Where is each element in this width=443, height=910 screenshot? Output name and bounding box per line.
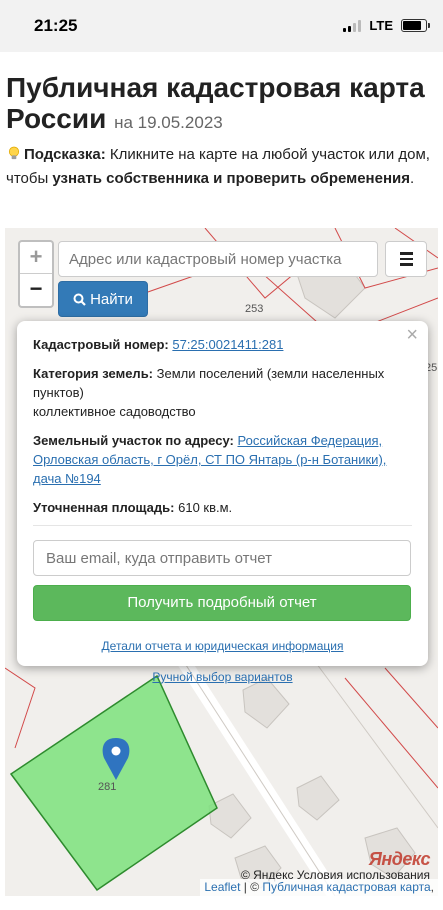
get-report-button[interactable]: Получить подробный отчет [33,585,411,621]
find-button-label: Найти [90,290,133,308]
land-use-value: коллективное садоводство [33,404,196,419]
hint-label: Подсказка: [24,146,106,163]
search-icon [73,293,86,306]
network-type: LTE [369,18,393,33]
status-time: 21:25 [34,16,78,35]
close-icon[interactable]: × [406,325,418,345]
address-search-input[interactable] [58,241,378,277]
attribution-sep: | © [240,880,263,894]
land-category-label: Категория земель: [33,366,154,381]
report-details-link[interactable]: Детали отчета и юридическая информация [102,639,344,653]
cadastral-number-row: Кадастровый номер: 57:25:0021411:281 [33,335,412,354]
page-title: Публичная кадастровая карта России на 19… [6,72,436,138]
status-icons: LTE [343,18,430,33]
menu-icon-line [399,252,413,255]
address-row: Земельный участок по адресу: Российская … [33,431,412,488]
hint-end: . [410,170,415,187]
address-label: Земельный участок по адресу: [33,433,234,448]
map-attribution: Leaflet | © Публичная кадастровая карта, [200,879,438,896]
menu-icon-line [399,257,413,261]
status-bar: 21:25 LTE [0,0,443,52]
divider [33,525,412,526]
pkk-link[interactable]: Публичная кадастровая карта [262,880,430,894]
menu-button[interactable] [385,241,427,277]
zoom-control: + − [18,240,54,308]
plot-label-281: 281 [98,781,116,793]
parcel-boundary [5,667,36,749]
manual-selection-link[interactable]: Ручной выбор вариантов [152,670,292,684]
plot-info-popup: × Кадастровый номер: 57:25:0021411:281 К… [17,321,428,684]
battery-icon [401,19,430,32]
area-row: Уточненная площадь: 610 кв.м. [33,498,412,517]
area-value: 610 кв.м. [178,500,233,515]
email-field[interactable] [33,540,411,576]
zoom-out-button[interactable]: − [20,274,52,306]
area-label: Уточненная площадь: [33,500,175,515]
attribution-end: , [430,880,434,894]
signal-icon [343,19,362,32]
cadastral-number-link[interactable]: 57:25:0021411:281 [172,337,283,352]
cadastral-number-label: Кадастровый номер: [33,337,169,352]
title-date: на 19.05.2023 [114,113,223,132]
building [208,793,252,839]
lightbulb-icon [8,146,20,160]
zoom-in-button[interactable]: + [20,242,52,274]
yandex-logo: Яндекс [368,849,431,869]
building [296,775,340,821]
find-button[interactable]: Найти [58,281,148,317]
leaflet-link[interactable]: Leaflet [204,880,240,894]
cadastral-map[interactable]: 253 281 25( + − Найти × Кадастровый номе… [5,228,438,896]
plot-label-253: 253 [245,303,263,315]
hint: Подсказка: Кликните на карте на любой уч… [6,143,438,191]
parcel-boundary [344,677,438,789]
land-category-row: Категория земель: Земли поселений (земли… [33,364,412,421]
hint-bold-text: узнать собственника и проверить обремене… [52,170,410,187]
menu-icon-line [399,263,413,266]
